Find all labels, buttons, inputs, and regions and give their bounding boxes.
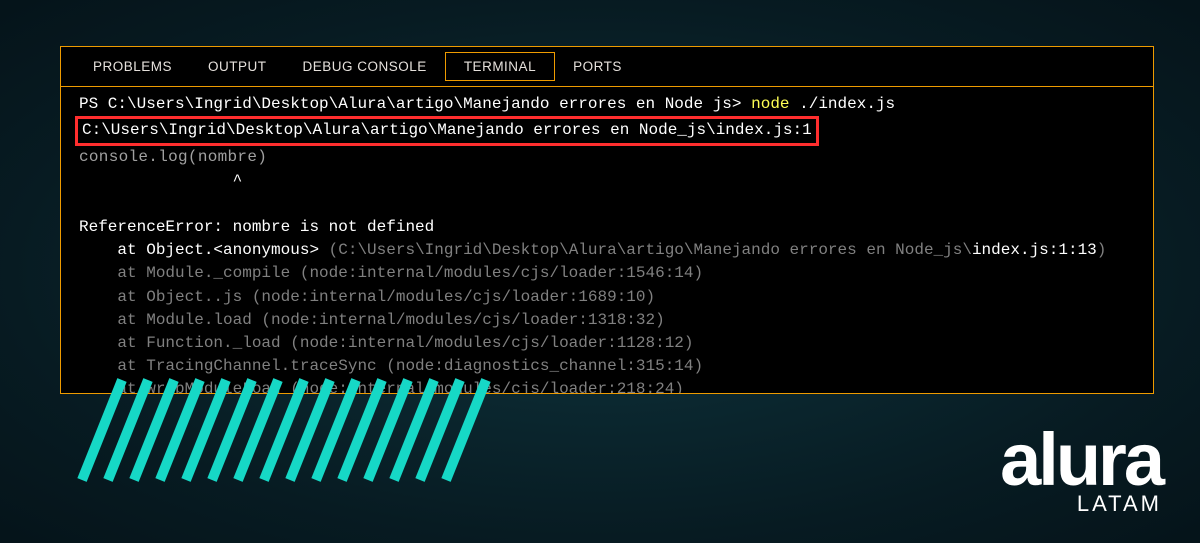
- stack-frame-0d: index.js:1:13: [972, 241, 1097, 259]
- stack-frame-0a: at Object.<anonymous>: [79, 241, 329, 259]
- error-source-line: console.log(nombre): [79, 148, 267, 166]
- terminal-window: PROBLEMS OUTPUT DEBUG CONSOLE TERMINAL P…: [60, 46, 1154, 394]
- panel-tab-row: PROBLEMS OUTPUT DEBUG CONSOLE TERMINAL P…: [61, 47, 1153, 87]
- decorative-stripes: [72, 380, 502, 480]
- shell-command-arg: ./index.js: [790, 95, 896, 113]
- error-location-highlight: C:\Users\Ingrid\Desktop\Alura\artigo\Man…: [75, 116, 819, 146]
- error-caret: ^: [79, 172, 242, 190]
- stack-frame-0b: (: [329, 241, 339, 259]
- shell-prompt: PS C:\Users\Ingrid\Desktop\Alura\artigo\…: [79, 95, 751, 113]
- error-location-text: C:\Users\Ingrid\Desktop\Alura\artigo\Man…: [82, 121, 812, 139]
- stack-frame-1: at Module._compile (node:internal/module…: [79, 264, 703, 282]
- terminal-output[interactable]: PS C:\Users\Ingrid\Desktop\Alura\artigo\…: [61, 87, 1153, 394]
- stack-frame-0c: C:\Users\Ingrid\Desktop\Alura\artigo\Man…: [338, 241, 972, 259]
- tab-debug-console[interactable]: DEBUG CONSOLE: [285, 53, 445, 80]
- shell-command-node: node: [751, 95, 789, 113]
- tab-terminal[interactable]: TERMINAL: [445, 52, 555, 81]
- alura-logo: alura LATAM: [1000, 430, 1162, 517]
- tab-ports[interactable]: PORTS: [555, 53, 640, 80]
- stack-frame-5: at TracingChannel.traceSync (node:diagno…: [79, 357, 703, 375]
- logo-brand: alura: [1000, 430, 1162, 491]
- stack-frame-3: at Module.load (node:internal/modules/cj…: [79, 311, 665, 329]
- stack-frame-6: at wrapModuleLoad (node:internal/modules…: [79, 380, 684, 394]
- tab-output[interactable]: OUTPUT: [190, 53, 285, 80]
- error-title: ReferenceError: nombre is not defined: [79, 218, 434, 236]
- tab-problems[interactable]: PROBLEMS: [75, 53, 190, 80]
- stack-frame-0e: ): [1097, 241, 1107, 259]
- stack-frame-4: at Function._load (node:internal/modules…: [79, 334, 694, 352]
- stack-frame-2: at Object..js (node:internal/modules/cjs…: [79, 288, 655, 306]
